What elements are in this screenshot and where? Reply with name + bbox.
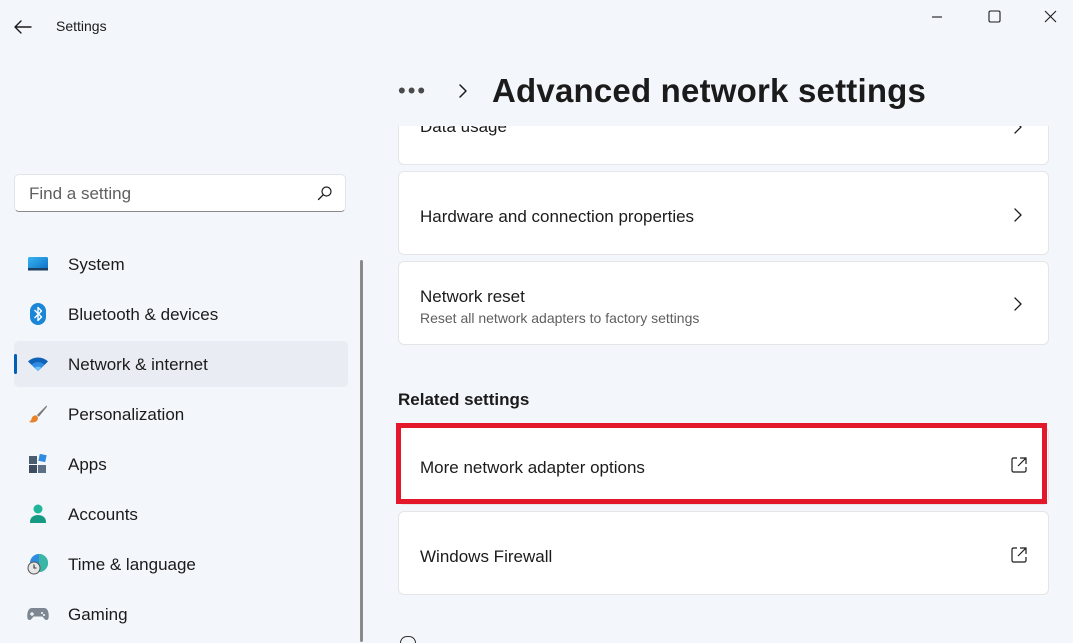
sidebar-item-label: Gaming xyxy=(68,605,128,624)
chevron-right-icon xyxy=(458,83,468,99)
close-button[interactable] xyxy=(1027,0,1073,32)
windows-firewall-card[interactable]: Windows Firewall xyxy=(398,511,1049,595)
gamepad-icon xyxy=(27,604,49,624)
card-title: More network adapter options xyxy=(420,458,645,477)
sidebar-item-apps[interactable]: Apps xyxy=(14,441,348,487)
minimize-icon xyxy=(932,16,942,18)
related-settings-heading: Related settings xyxy=(398,390,530,409)
card-title: Network reset xyxy=(420,287,525,306)
sidebar-scrollbar[interactable] xyxy=(360,260,363,642)
sidebar-item-label: Accounts xyxy=(68,505,138,524)
card-title: Data usage xyxy=(420,126,507,136)
search-input[interactable] xyxy=(27,183,301,205)
chevron-right-icon xyxy=(1014,126,1022,134)
sidebar-item-network[interactable]: Network & internet xyxy=(14,341,348,387)
sidebar-item-label: Personalization xyxy=(68,405,185,424)
person-icon xyxy=(27,504,49,524)
sidebar-item-time-language[interactable]: Time & language xyxy=(14,541,348,587)
data-usage-card[interactable]: Data usage xyxy=(398,126,1049,165)
sidebar-item-personalization[interactable]: Personalization xyxy=(14,391,348,437)
search-icon[interactable] xyxy=(317,185,333,201)
sidebar-item-label: Time & language xyxy=(68,555,196,574)
wifi-icon xyxy=(27,354,49,374)
sidebar-item-accounts[interactable]: Accounts xyxy=(14,491,348,537)
minimize-button[interactable] xyxy=(914,0,960,32)
network-reset-card[interactable]: Network reset Reset all network adapters… xyxy=(398,261,1049,345)
maximize-icon xyxy=(987,9,1001,23)
search-box[interactable] xyxy=(14,174,346,212)
card-title: Hardware and connection properties xyxy=(420,207,695,226)
sidebar-item-label: Apps xyxy=(68,455,107,474)
monitor-icon xyxy=(27,254,49,274)
sidebar-item-label: Bluetooth & devices xyxy=(68,305,219,324)
breadcrumb: ••• Advanced network settings xyxy=(398,68,926,114)
breadcrumb-more-button[interactable]: ••• xyxy=(398,78,438,104)
paintbrush-icon xyxy=(27,404,49,424)
apps-icon xyxy=(27,454,49,474)
back-arrow-icon xyxy=(14,20,32,34)
page-title: Advanced network settings xyxy=(492,72,927,109)
card-title: Windows Firewall xyxy=(420,547,553,566)
more-adapter-options-card[interactable]: More network adapter options xyxy=(398,427,1049,505)
sidebar-item-bluetooth[interactable]: Bluetooth & devices xyxy=(14,291,348,337)
card-subtitle: Reset all network adapters to factory se… xyxy=(420,310,700,326)
sidebar-item-label: System xyxy=(68,255,125,274)
open-external-icon xyxy=(1011,547,1027,563)
open-external-icon xyxy=(1011,457,1027,473)
chevron-right-icon xyxy=(1014,297,1022,311)
bluetooth-icon xyxy=(27,303,49,325)
sidebar-item-system[interactable]: System xyxy=(14,241,348,287)
close-icon xyxy=(1044,10,1056,22)
chevron-right-icon xyxy=(1014,208,1022,222)
settings-content: Data usage Hardware and connection prope… xyxy=(398,126,1058,642)
title-bar: Settings xyxy=(0,0,1073,52)
hardware-properties-card[interactable]: Hardware and connection properties xyxy=(398,171,1049,255)
sidebar-nav: System Bluetooth & devices Network & int… xyxy=(14,241,348,641)
globe-clock-icon xyxy=(27,554,49,575)
maximize-button[interactable] xyxy=(971,0,1017,32)
app-title: Settings xyxy=(56,18,107,34)
sidebar-item-label: Network & internet xyxy=(68,355,208,374)
sidebar-item-gaming[interactable]: Gaming xyxy=(14,591,348,637)
back-button[interactable] xyxy=(10,14,36,40)
